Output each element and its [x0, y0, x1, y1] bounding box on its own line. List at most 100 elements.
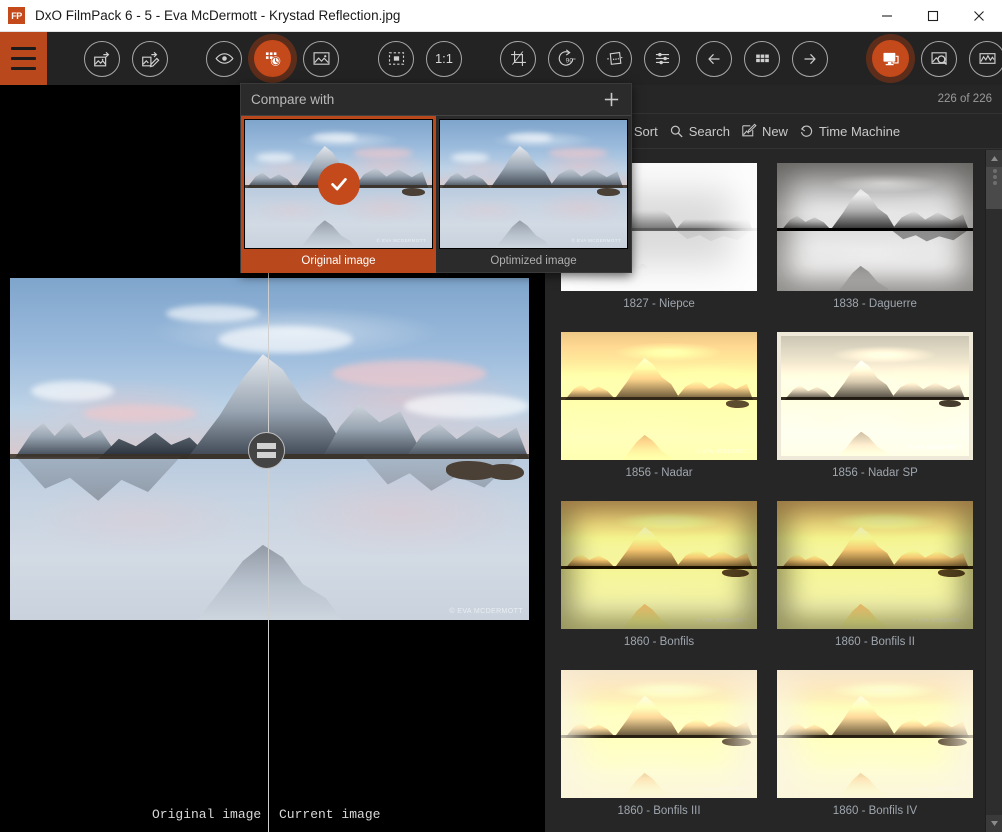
preset-preview-image: © EVA MCDERMOTT — [561, 670, 757, 798]
preset-thumbnail[interactable]: © EVA MCDERMOTT — [777, 332, 973, 460]
compare-thumbnail: © EVA MCDERMOTT — [439, 119, 628, 249]
cloud — [31, 381, 114, 402]
handle-bar — [257, 443, 276, 449]
preset-item[interactable]: © EVA MCDERMOTT 1860 - Bonfils II — [777, 501, 973, 648]
title-bar: FP DxO FilmPack 6 - 5 - Eva McDermott - … — [0, 0, 1002, 32]
preset-thumbnail[interactable]: © EVA MCDERMOTT — [777, 501, 973, 629]
preset-thumbnail[interactable]: © EVA MCDERMOTT — [561, 501, 757, 629]
menu-button[interactable] — [0, 32, 47, 85]
scroll-up-button[interactable] — [986, 150, 1002, 167]
compare-time-machine-button[interactable] — [254, 40, 291, 77]
preset-label: 1860 - Bonfils IV — [777, 805, 973, 817]
chevron-down-icon — [991, 821, 998, 826]
close-button[interactable] — [956, 0, 1002, 32]
presets-scrollbar[interactable] — [985, 150, 1002, 832]
preset-thumbnail[interactable] — [777, 163, 973, 291]
single-image-view-button[interactable] — [303, 41, 339, 77]
compare-preview-image: © EVA MCDERMOTT — [440, 120, 627, 248]
new-preset-button[interactable]: New — [739, 123, 797, 139]
compare-with-dropdown: Compare with — [240, 83, 632, 273]
compare-thumbnail: © EVA MCDERMOTT — [244, 119, 433, 249]
hamburger-icon-bar — [11, 47, 36, 50]
toolbar-group-navigation — [690, 32, 834, 85]
histogram-button[interactable] — [969, 41, 1002, 77]
preset-label: 1860 - Bonfils — [561, 636, 757, 648]
scrollbar-track[interactable] — [986, 209, 1002, 815]
preset-item[interactable]: © EVA MCDERMOTT 1860 - Bonfils — [561, 501, 757, 648]
app-logo-icon: FP — [8, 7, 25, 24]
grid-view-button[interactable] — [744, 41, 780, 77]
compare-dropdown-header: Compare with — [241, 84, 631, 116]
export-and-edit-button[interactable] — [132, 41, 168, 77]
preset-preview-image: © EVA MCDERMOTT — [777, 670, 973, 798]
preset-item[interactable]: © EVA MCDERMOTT 1856 - Nadar SP — [777, 332, 973, 479]
selected-check-badge — [318, 163, 360, 205]
next-image-button[interactable] — [792, 41, 828, 77]
search-label: Search — [689, 124, 730, 139]
fit-to-screen-button[interactable] — [378, 41, 414, 77]
preset-item[interactable]: © EVA MCDERMOTT 1860 - Bonfils III — [561, 670, 757, 817]
rotate-90-button[interactable]: 90° — [548, 41, 584, 77]
time-machine-label: Time Machine — [819, 124, 900, 139]
preset-label: 1827 - Niepce — [561, 298, 757, 310]
add-comparison-button[interactable] — [602, 90, 621, 109]
preview-eye-button[interactable] — [206, 41, 242, 77]
cloud — [218, 326, 353, 353]
maximize-button[interactable] — [910, 0, 956, 32]
preset-count-label: 226 of 226 — [938, 93, 992, 105]
application-window: FP DxO FilmPack 6 - 5 - Eva McDermott - … — [0, 0, 1002, 832]
preset-thumbnail[interactable]: © EVA MCDERMOTT — [561, 670, 757, 798]
compare-dropdown-title: Compare with — [251, 92, 334, 107]
preset-label: 1838 - Daguerre — [777, 298, 973, 310]
crop-tool-button[interactable] — [500, 41, 536, 77]
preset-item[interactable]: © EVA MCDERMOTT 1860 - Bonfils IV — [777, 670, 973, 817]
main-toolbar: 1:1 90° — [0, 32, 1002, 85]
export-image-button[interactable] — [84, 41, 120, 77]
toolbar-group-export — [78, 32, 174, 85]
cloud — [83, 405, 197, 422]
zoom-one-to-one-button[interactable]: 1:1 — [426, 41, 462, 77]
preset-item[interactable]: 1838 - Daguerre — [777, 163, 973, 310]
svg-text:90°: 90° — [565, 57, 575, 65]
preset-item[interactable]: © EVA MCDERMOTT 1856 - Nadar — [561, 332, 757, 479]
preset-preview-image: © EVA MCDERMOTT — [781, 336, 969, 456]
preset-thumbnail[interactable]: © EVA MCDERMOTT — [561, 332, 757, 460]
preset-thumbnail[interactable]: © EVA MCDERMOTT — [777, 670, 973, 798]
search-icon — [669, 124, 684, 139]
minimize-button[interactable] — [864, 0, 910, 32]
toolbar-group-tools: 90° — [494, 32, 686, 85]
preset-preview-image — [777, 163, 973, 291]
time-machine-icon — [799, 124, 814, 139]
compare-option-label: Original image — [244, 249, 433, 272]
image-watermark: © EVA MCDERMOTT — [449, 608, 523, 615]
new-label: New — [762, 124, 788, 139]
scrollbar-thumb[interactable] — [986, 167, 1002, 209]
time-machine-button[interactable]: Time Machine — [797, 124, 909, 139]
plus-icon — [602, 90, 621, 109]
rock — [487, 464, 523, 479]
previous-image-button[interactable] — [696, 41, 732, 77]
chevron-up-icon — [991, 156, 998, 161]
window-controls — [864, 0, 1002, 32]
hamburger-icon-bar — [11, 67, 36, 70]
preset-preview-image: © EVA MCDERMOTT — [777, 501, 973, 629]
preset-preview-image: © EVA MCDERMOTT — [561, 332, 757, 460]
grip-dot — [993, 169, 997, 173]
compare-option-original[interactable]: © EVA MCDERMOTT Original image — [241, 116, 436, 273]
loupe-preview-button[interactable] — [921, 41, 957, 77]
toolbar-group-display — [866, 32, 1002, 85]
zoom-ratio-label: 1:1 — [435, 51, 453, 66]
display-mode-button[interactable] — [872, 40, 909, 77]
scroll-down-button[interactable] — [986, 815, 1002, 832]
window-title: DxO FilmPack 6 - 5 - Eva McDermott - Kry… — [35, 8, 400, 23]
toolbar-group-zoom: 1:1 — [372, 32, 468, 85]
sort-label: Sort — [634, 124, 658, 139]
split-compare-handle[interactable] — [248, 432, 285, 469]
toolbar-group-view — [200, 32, 345, 85]
compare-option-optimized[interactable]: © EVA MCDERMOTT Optimized image — [436, 116, 631, 273]
search-button[interactable]: Search — [667, 124, 739, 139]
adjustments-button[interactable] — [644, 41, 680, 77]
viewer-label-current: Current image — [279, 807, 380, 822]
perspective-tool-button[interactable] — [596, 41, 632, 77]
handle-bar — [257, 452, 276, 458]
